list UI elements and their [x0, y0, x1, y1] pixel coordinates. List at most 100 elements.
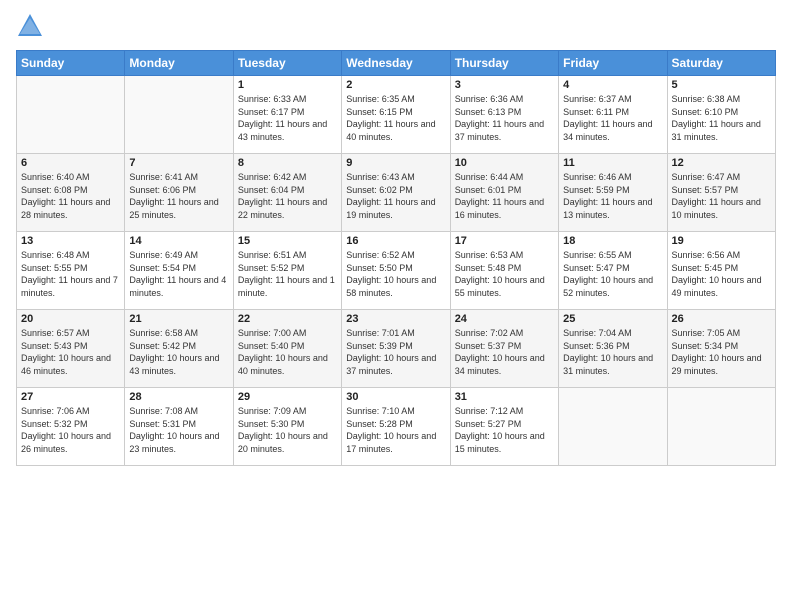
day-number: 12: [672, 157, 771, 169]
day-number: 6: [21, 157, 120, 169]
calendar-cell: 27 Sunrise: 7:06 AM Sunset: 5:32 PM Dayli…: [17, 388, 125, 466]
header-row: Sunday Monday Tuesday Wednesday Thursday…: [17, 51, 776, 76]
page-container: Sunday Monday Tuesday Wednesday Thursday…: [0, 0, 792, 474]
day-number: 7: [129, 157, 228, 169]
day-number: 24: [455, 313, 554, 325]
calendar-cell: 28Sunrise: 7:08 AM Sunset: 5:31 PM Dayli…: [125, 388, 233, 466]
day-info: Sunrise: 6:35 AM Sunset: 6:15 PM Dayligh…: [346, 93, 445, 143]
day-info: Sunrise: 7:12 AM Sunset: 5:27 PM Dayligh…: [455, 405, 554, 455]
calendar-cell: 31 Sunrise: 7:12 AM Sunset: 5:27 PM Dayli…: [450, 388, 558, 466]
day-number: 25: [563, 313, 662, 325]
calendar-cell: 8Sunrise: 6:42 AM Sunset: 6:04 PM Daylig…: [233, 154, 341, 232]
day-info: Sunrise: 6:37 AM Sunset: 6:11 PM Dayligh…: [563, 93, 662, 143]
day-number: 5: [672, 79, 771, 91]
day-info: Sunrise: 7:00 AM Sunset: 5:40 PM Dayligh…: [238, 327, 337, 377]
day-number: 3: [455, 79, 554, 91]
day-info: Sunrise: 6:51 AM Sunset: 5:52 PM Dayligh…: [238, 249, 337, 299]
calendar-cell: 6 Sunrise: 6:40 AM Sunset: 6:08 PM Daylig…: [17, 154, 125, 232]
day-info: Sunrise: 6:49 AM Sunset: 5:54 PM Dayligh…: [129, 249, 228, 299]
day-info: Sunrise: 6:38 AM Sunset: 6:10 PM Dayligh…: [672, 93, 771, 143]
calendar-cell: 13 Sunrise: 6:48 AM Sunset: 5:55 PM Dayli…: [17, 232, 125, 310]
calendar-cell: 1 Sunrise: 6:33 AM Sunset: 6:17 PM Daylig…: [233, 76, 341, 154]
calendar-cell: 26 Sunrise: 7:05 AM Sunset: 5:34 PM Dayli…: [667, 310, 775, 388]
calendar-cell: [17, 76, 125, 154]
day-info: Sunrise: 7:09 AM Sunset: 5:30 PM Dayligh…: [238, 405, 337, 455]
day-number: 18: [563, 235, 662, 247]
day-number: 14: [129, 235, 228, 247]
header-saturday: Saturday: [667, 51, 775, 76]
calendar-cell: 3Sunrise: 6:36 AM Sunset: 6:13 PM Daylig…: [450, 76, 558, 154]
calendar-cell: 11 Sunrise: 6:46 AM Sunset: 5:59 PM Dayli…: [559, 154, 667, 232]
day-info: Sunrise: 6:43 AM Sunset: 6:02 PM Dayligh…: [346, 171, 445, 221]
header-thursday: Thursday: [450, 51, 558, 76]
day-info: Sunrise: 6:57 AM Sunset: 5:43 PM Dayligh…: [21, 327, 120, 377]
logo-icon: [16, 12, 44, 40]
day-number: 20: [21, 313, 120, 325]
calendar-cell: 23 Sunrise: 7:01 AM Sunset: 5:39 PM Dayli…: [342, 310, 450, 388]
calendar-cell: 19 Sunrise: 6:56 AM Sunset: 5:45 PM Dayli…: [667, 232, 775, 310]
day-info: Sunrise: 6:33 AM Sunset: 6:17 PM Dayligh…: [238, 93, 337, 143]
calendar-cell: 2 Sunrise: 6:35 AM Sunset: 6:15 PM Daylig…: [342, 76, 450, 154]
calendar-week-5: 27 Sunrise: 7:06 AM Sunset: 5:32 PM Dayli…: [17, 388, 776, 466]
calendar-cell: 21Sunrise: 6:58 AM Sunset: 5:42 PM Dayli…: [125, 310, 233, 388]
calendar-week-2: 6 Sunrise: 6:40 AM Sunset: 6:08 PM Daylig…: [17, 154, 776, 232]
calendar-cell: 14 Sunrise: 6:49 AM Sunset: 5:54 PM Dayli…: [125, 232, 233, 310]
calendar-week-3: 13 Sunrise: 6:48 AM Sunset: 5:55 PM Dayli…: [17, 232, 776, 310]
header: [16, 12, 776, 40]
day-info: Sunrise: 7:08 AM Sunset: 5:31 PM Dayligh…: [129, 405, 228, 455]
day-info: Sunrise: 6:42 AM Sunset: 6:04 PM Dayligh…: [238, 171, 337, 221]
calendar-cell: 9Sunrise: 6:43 AM Sunset: 6:02 PM Daylig…: [342, 154, 450, 232]
calendar-cell: 25 Sunrise: 7:04 AM Sunset: 5:36 PM Dayli…: [559, 310, 667, 388]
day-number: 30: [346, 391, 445, 403]
calendar-cell: 17Sunrise: 6:53 AM Sunset: 5:48 PM Dayli…: [450, 232, 558, 310]
day-number: 22: [238, 313, 337, 325]
day-number: 13: [21, 235, 120, 247]
calendar-week-1: 1 Sunrise: 6:33 AM Sunset: 6:17 PM Daylig…: [17, 76, 776, 154]
header-sunday: Sunday: [17, 51, 125, 76]
day-number: 27: [21, 391, 120, 403]
calendar-cell: 20 Sunrise: 6:57 AM Sunset: 5:43 PM Dayli…: [17, 310, 125, 388]
day-number: 23: [346, 313, 445, 325]
calendar-cell: 18Sunrise: 6:55 AM Sunset: 5:47 PM Dayli…: [559, 232, 667, 310]
calendar-cell: 4 Sunrise: 6:37 AM Sunset: 6:11 PM Daylig…: [559, 76, 667, 154]
day-number: 4: [563, 79, 662, 91]
calendar-cell: 22 Sunrise: 7:00 AM Sunset: 5:40 PM Dayli…: [233, 310, 341, 388]
day-info: Sunrise: 7:02 AM Sunset: 5:37 PM Dayligh…: [455, 327, 554, 377]
calendar-cell: 29Sunrise: 7:09 AM Sunset: 5:30 PM Dayli…: [233, 388, 341, 466]
day-number: 16: [346, 235, 445, 247]
day-number: 26: [672, 313, 771, 325]
day-number: 1: [238, 79, 337, 91]
day-info: Sunrise: 6:56 AM Sunset: 5:45 PM Dayligh…: [672, 249, 771, 299]
header-friday: Friday: [559, 51, 667, 76]
header-monday: Monday: [125, 51, 233, 76]
day-info: Sunrise: 6:41 AM Sunset: 6:06 PM Dayligh…: [129, 171, 228, 221]
calendar-cell: 15 Sunrise: 6:51 AM Sunset: 5:52 PM Dayli…: [233, 232, 341, 310]
day-number: 2: [346, 79, 445, 91]
header-wednesday: Wednesday: [342, 51, 450, 76]
day-number: 11: [563, 157, 662, 169]
day-info: Sunrise: 6:40 AM Sunset: 6:08 PM Dayligh…: [21, 171, 120, 221]
day-info: Sunrise: 7:05 AM Sunset: 5:34 PM Dayligh…: [672, 327, 771, 377]
logo: [16, 12, 46, 40]
day-info: Sunrise: 7:01 AM Sunset: 5:39 PM Dayligh…: [346, 327, 445, 377]
calendar-cell: 12 Sunrise: 6:47 AM Sunset: 5:57 PM Dayli…: [667, 154, 775, 232]
day-info: Sunrise: 7:04 AM Sunset: 5:36 PM Dayligh…: [563, 327, 662, 377]
day-info: Sunrise: 6:47 AM Sunset: 5:57 PM Dayligh…: [672, 171, 771, 221]
day-number: 21: [129, 313, 228, 325]
day-info: Sunrise: 7:06 AM Sunset: 5:32 PM Dayligh…: [21, 405, 120, 455]
day-number: 19: [672, 235, 771, 247]
day-info: Sunrise: 6:52 AM Sunset: 5:50 PM Dayligh…: [346, 249, 445, 299]
calendar-cell: 10Sunrise: 6:44 AM Sunset: 6:01 PM Dayli…: [450, 154, 558, 232]
calendar-cell: [125, 76, 233, 154]
day-number: 17: [455, 235, 554, 247]
calendar-cell: 30Sunrise: 7:10 AM Sunset: 5:28 PM Dayli…: [342, 388, 450, 466]
calendar-cell: 16 Sunrise: 6:52 AM Sunset: 5:50 PM Dayli…: [342, 232, 450, 310]
day-info: Sunrise: 6:44 AM Sunset: 6:01 PM Dayligh…: [455, 171, 554, 221]
calendar-body: 1 Sunrise: 6:33 AM Sunset: 6:17 PM Daylig…: [17, 76, 776, 466]
day-number: 15: [238, 235, 337, 247]
day-info: Sunrise: 6:46 AM Sunset: 5:59 PM Dayligh…: [563, 171, 662, 221]
day-number: 31: [455, 391, 554, 403]
calendar-cell: 7 Sunrise: 6:41 AM Sunset: 6:06 PM Daylig…: [125, 154, 233, 232]
calendar-cell: [667, 388, 775, 466]
day-info: Sunrise: 6:48 AM Sunset: 5:55 PM Dayligh…: [21, 249, 120, 299]
